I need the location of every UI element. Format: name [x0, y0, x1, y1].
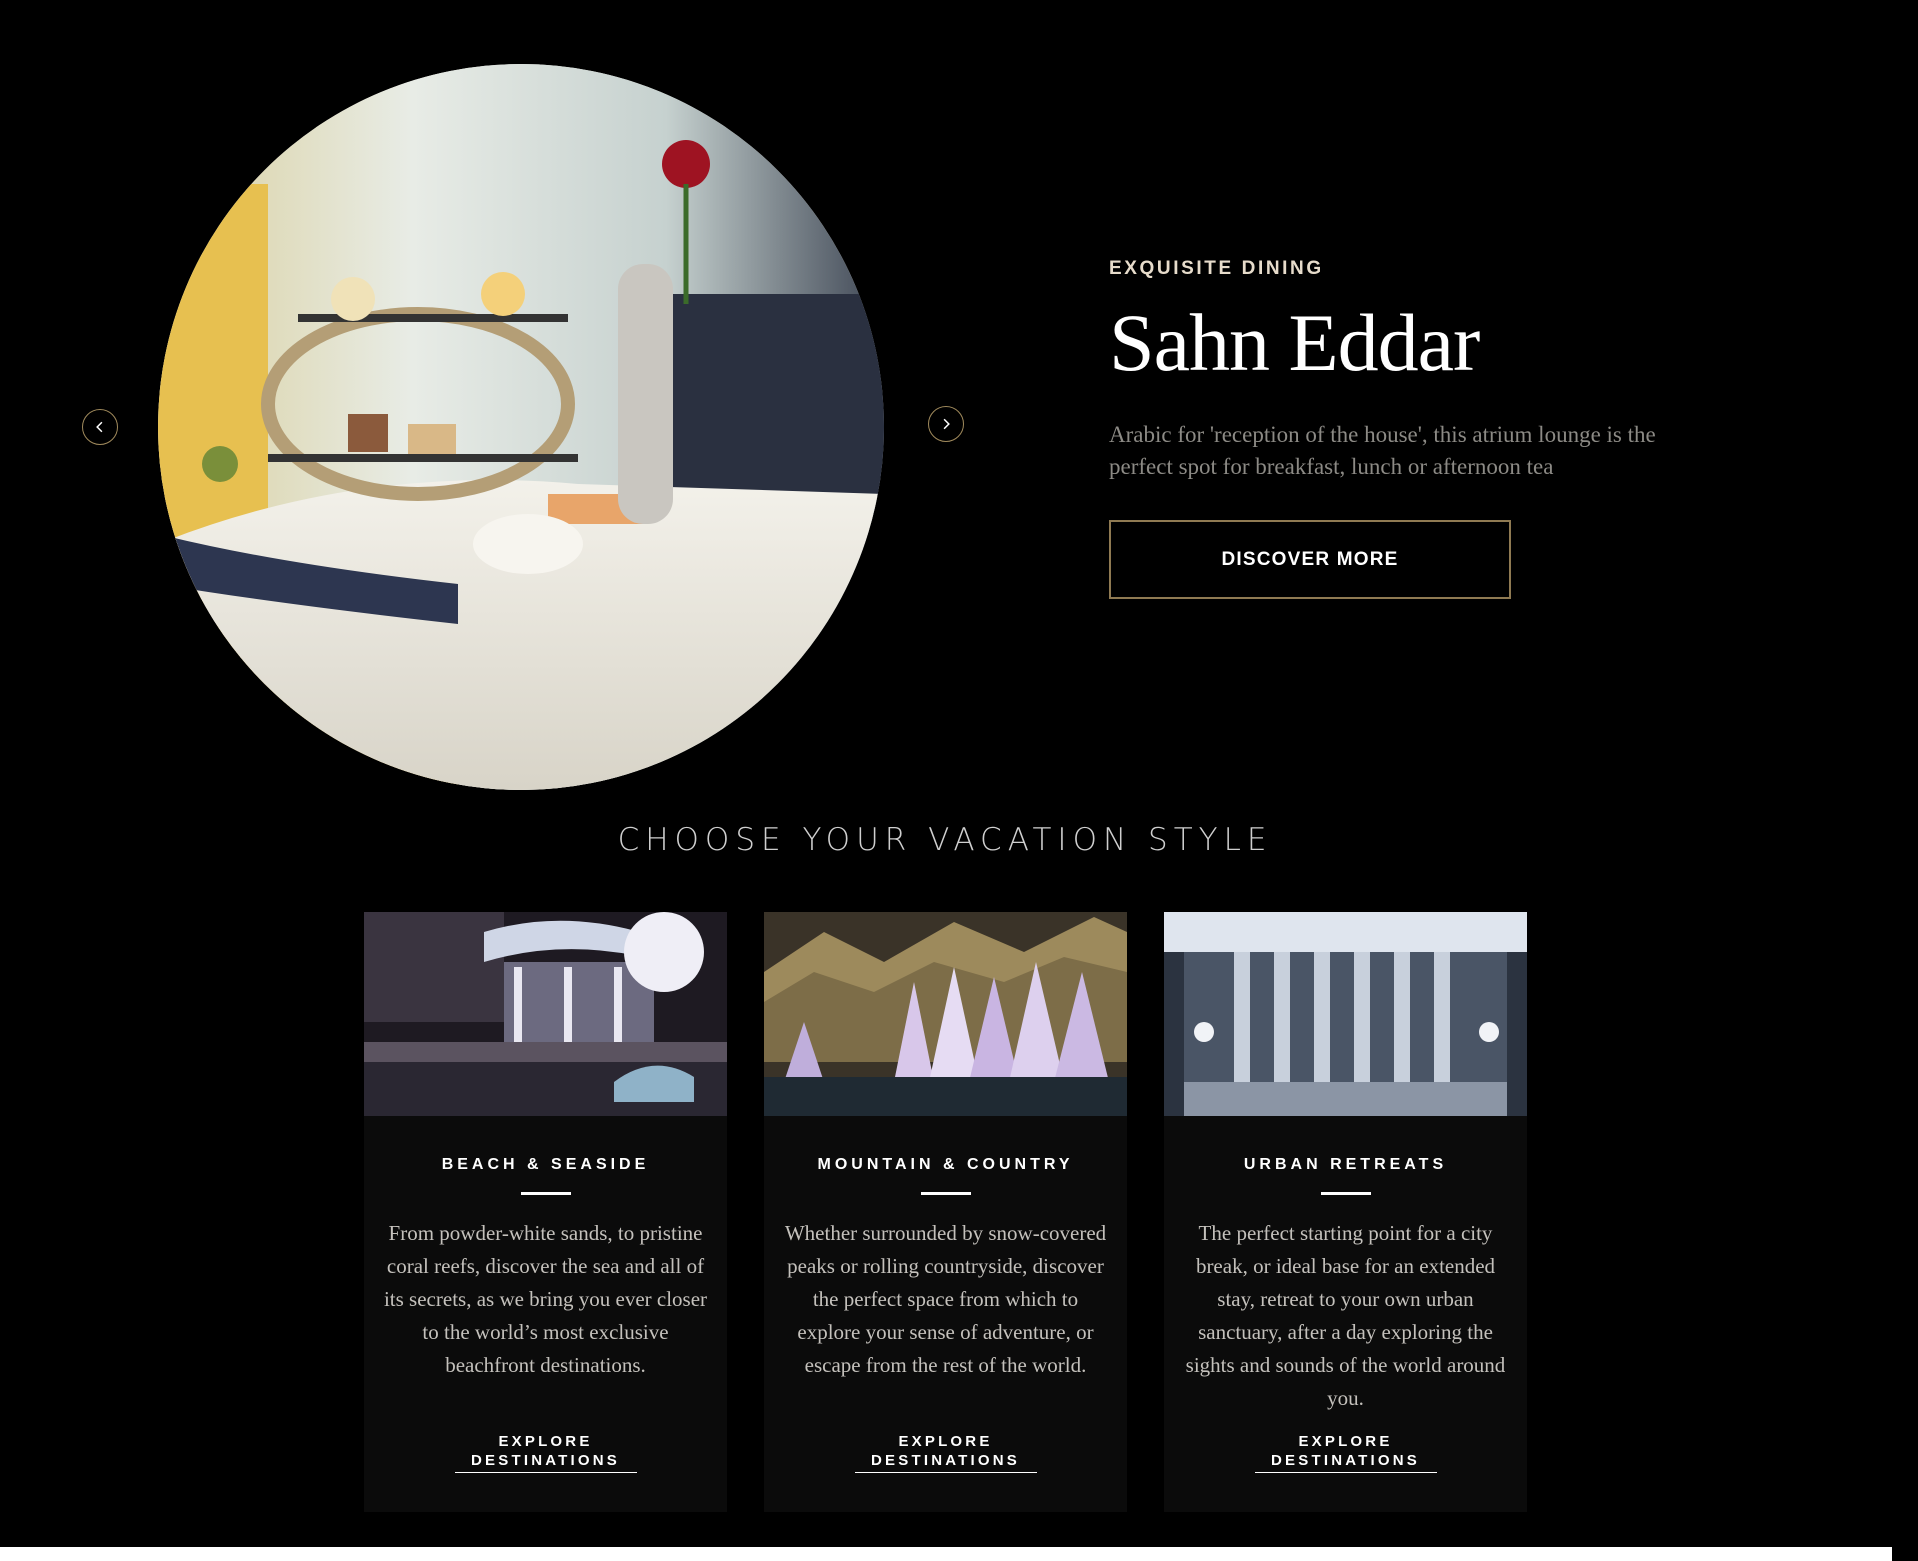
vacation-card-mountain: MOUNTAIN & COUNTRY Whether surrounded by… [764, 912, 1127, 1512]
hero-photo-afternoon-tea [158, 64, 884, 790]
hero-title: Sahn Eddar [1109, 297, 1480, 388]
card-description: From powder-white sands, to pristine cor… [383, 1221, 708, 1377]
card-link-wrap: EXPLORE DESTINATIONS [1164, 1432, 1527, 1473]
card-divider [520, 1192, 571, 1195]
vacation-style-heading: CHOOSE YOUR VACATION STYLE [617, 822, 1273, 858]
link-line-1: EXPLORE [498, 1433, 593, 1450]
card-title: BEACH & SEASIDE [441, 1156, 650, 1173]
card-divider [920, 1192, 971, 1195]
afternoon-tea-illustration [158, 64, 884, 790]
hero-eyebrow: EXQUISITE DINING [1109, 258, 1324, 279]
chevron-left-icon [96, 421, 103, 433]
carousel-prev-button[interactable] [82, 409, 118, 445]
link-line-1: EXPLORE [898, 1433, 993, 1450]
beach-photo[interactable] [364, 912, 727, 1116]
dining-hero: EXQUISITE DINING Sahn Eddar Arabic for '… [0, 0, 1918, 800]
link-line-1: EXPLORE [1298, 1433, 1393, 1450]
carousel-next-button[interactable] [928, 406, 964, 442]
explore-destinations-link[interactable]: EXPLORE DESTINATIONS [1254, 1432, 1437, 1473]
card-link-wrap: EXPLORE DESTINATIONS [364, 1432, 727, 1473]
footer-edge [0, 1547, 1892, 1561]
card-description: Whether surrounded by snow-covered peaks… [784, 1221, 1107, 1377]
explore-destinations-link[interactable]: EXPLORE DESTINATIONS [454, 1432, 637, 1473]
link-line-2: DESTINATIONS [471, 1452, 620, 1469]
beach-pavilion-illustration [364, 912, 727, 1116]
vacation-card-beach: BEACH & SEASIDE From powder-white sands,… [364, 912, 727, 1512]
hero-text-block: EXQUISITE DINING Sahn Eddar Arabic for '… [1109, 258, 1689, 483]
chevron-right-icon [943, 418, 950, 430]
urban-photo[interactable] [1164, 912, 1527, 1116]
page: EXQUISITE DINING Sahn Eddar Arabic for '… [0, 0, 1918, 1561]
hero-description: Arabic for 'reception of the house', thi… [1109, 422, 1656, 479]
urban-building-illustration [1164, 912, 1527, 1116]
link-line-2: DESTINATIONS [871, 1452, 1020, 1469]
card-title: URBAN RETREATS [1243, 1156, 1448, 1173]
explore-destinations-link[interactable]: EXPLORE DESTINATIONS [854, 1432, 1037, 1473]
card-title: MOUNTAIN & COUNTRY [817, 1156, 1074, 1173]
discover-more-button[interactable]: DISCOVER MORE [1109, 520, 1511, 599]
mountain-photo[interactable] [764, 912, 1127, 1116]
link-line-2: DESTINATIONS [1271, 1452, 1420, 1469]
mountain-forest-illustration [764, 912, 1127, 1116]
card-divider [1320, 1192, 1371, 1195]
card-description: The perfect starting point for a city br… [1185, 1221, 1506, 1410]
card-link-wrap: EXPLORE DESTINATIONS [764, 1432, 1127, 1473]
vacation-card-urban: URBAN RETREATS The perfect starting poin… [1164, 912, 1527, 1512]
